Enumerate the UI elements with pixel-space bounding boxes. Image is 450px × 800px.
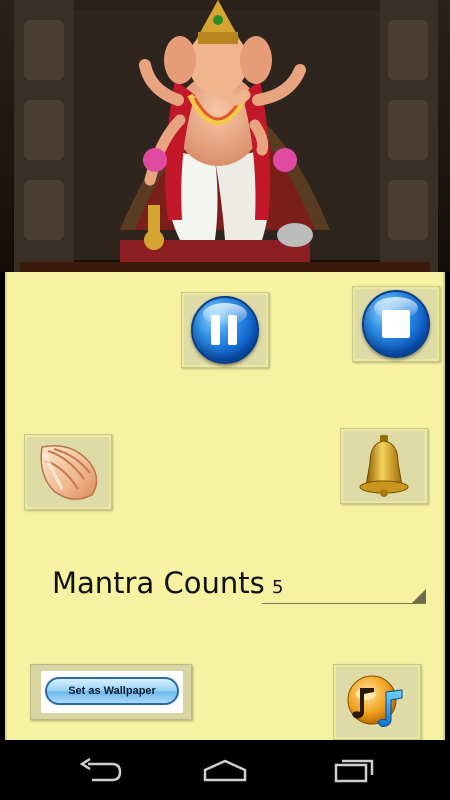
back-icon <box>79 758 122 782</box>
home-button[interactable] <box>195 750 255 790</box>
set-wallpaper-label: Set as Wallpaper <box>45 677 179 705</box>
conch-shell-icon <box>40 445 98 500</box>
back-button[interactable] <box>70 750 130 790</box>
deity-image <box>0 0 450 272</box>
bell-button[interactable] <box>340 428 428 504</box>
dropdown-underline <box>262 603 426 604</box>
pause-button[interactable] <box>181 292 269 368</box>
bell-icon <box>359 435 409 497</box>
music-icon <box>347 675 403 727</box>
pause-icon <box>191 296 259 364</box>
dropdown-arrow-icon <box>412 589 426 603</box>
mantra-counts-label: Mantra Counts <box>52 566 265 600</box>
recents-button[interactable] <box>322 750 382 790</box>
stop-icon <box>362 290 430 358</box>
mantra-count-dropdown[interactable]: 5 <box>262 574 426 604</box>
music-button[interactable] <box>333 664 421 740</box>
set-wallpaper-button[interactable]: Set as Wallpaper <box>30 664 192 720</box>
mantra-count-value: 5 <box>272 577 284 598</box>
conch-button[interactable] <box>24 434 112 510</box>
stop-button[interactable] <box>352 286 440 362</box>
navigation-bar <box>0 740 450 800</box>
recents-icon <box>334 759 374 783</box>
home-icon <box>203 759 247 782</box>
